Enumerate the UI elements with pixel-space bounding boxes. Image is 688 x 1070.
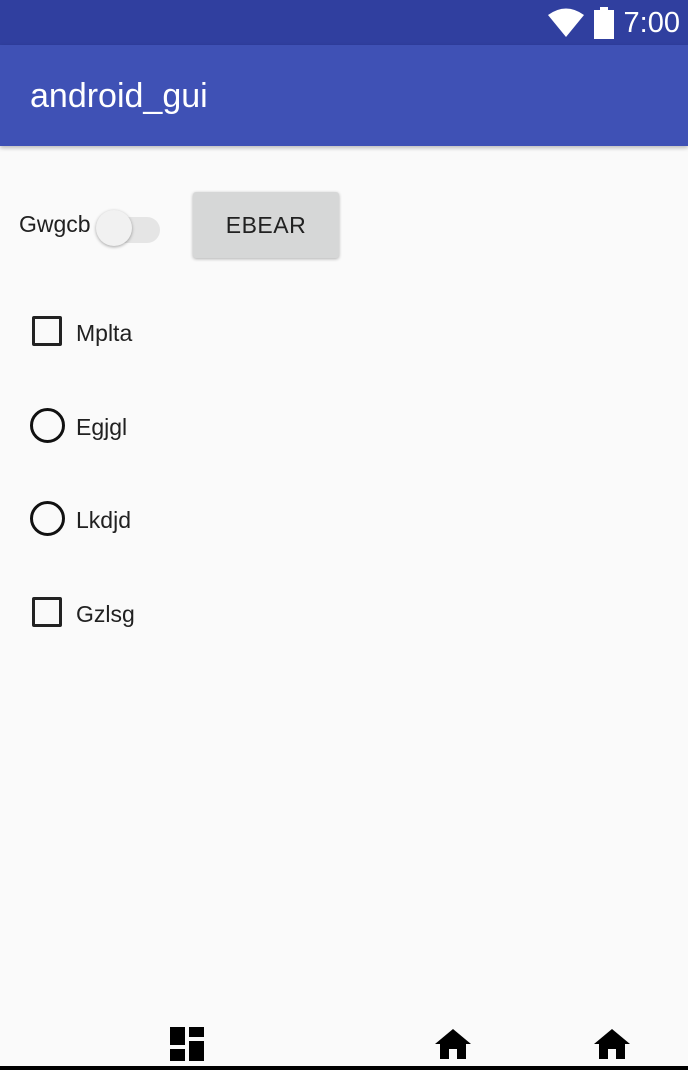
navigation-bar xyxy=(0,1014,688,1070)
home-icon xyxy=(594,1029,630,1059)
radio-egjgl[interactable]: Egjgl xyxy=(28,407,178,447)
radio-label: Egjgl xyxy=(76,414,128,440)
radio-circle xyxy=(30,501,65,536)
battery-icon xyxy=(593,7,614,39)
status-time: 7:00 xyxy=(623,7,680,39)
nav-home-button[interactable] xyxy=(433,1026,473,1062)
gwgcb-switch[interactable] xyxy=(96,206,162,246)
radio-lkdjd[interactable]: Lkdjd xyxy=(28,500,178,540)
checkbox-mplta[interactable]: Mplta xyxy=(28,313,178,353)
switch-label: Gwgcb xyxy=(19,211,91,237)
status-icons: 7:00 xyxy=(547,4,680,42)
checkbox-label: Gzlsg xyxy=(76,601,135,627)
checkbox-label: Mplta xyxy=(76,320,133,346)
status-bar: 7:00 xyxy=(0,0,688,45)
switch-thumb xyxy=(96,210,132,246)
wifi-icon xyxy=(547,8,584,37)
radio-label: Lkdjd xyxy=(76,507,131,533)
nav-divider xyxy=(0,1066,688,1070)
checkbox-box xyxy=(32,316,62,346)
home-icon xyxy=(435,1029,471,1059)
app-bar: android_gui xyxy=(0,45,688,146)
nav-home-button-2[interactable] xyxy=(592,1026,632,1062)
dashboard-icon xyxy=(170,1027,204,1061)
radio-circle xyxy=(30,408,65,443)
checkbox-box xyxy=(32,597,62,627)
nav-dashboard-button[interactable] xyxy=(167,1026,207,1062)
ebear-button[interactable]: EBEAR xyxy=(193,192,339,258)
app-title: android_gui xyxy=(30,77,208,115)
checkbox-gzlsg[interactable]: Gzlsg xyxy=(28,594,178,634)
